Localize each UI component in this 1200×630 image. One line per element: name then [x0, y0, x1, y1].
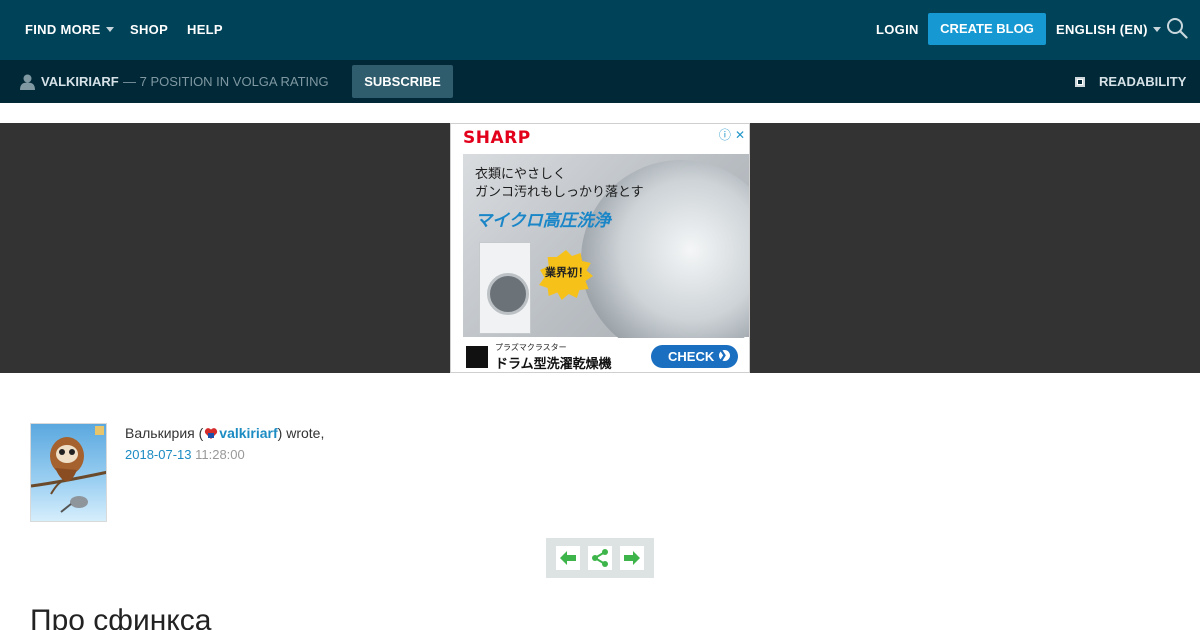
post-time: 11:28:00	[191, 447, 245, 462]
post-timestamp: 2018-07-13 11:28:00	[125, 447, 245, 462]
journal-username-link[interactable]: VALKIRIARF	[41, 60, 119, 103]
ad-headline: マイクロ高圧洗浄	[475, 211, 611, 231]
chevron-right-icon: ❯	[718, 350, 727, 361]
next-entry-button[interactable]	[620, 546, 644, 570]
ad-copy-line2: ガンコ汚れもしっかり落とす	[475, 185, 644, 200]
create-blog-button[interactable]: CREATE BLOG	[928, 13, 1046, 45]
rating-position-text: — 7 POSITION IN VOLGA RATING	[123, 74, 329, 89]
find-more-menu[interactable]: FIND MORE	[25, 0, 114, 60]
ad-check-button[interactable]: CHECK ❯	[651, 345, 738, 368]
help-link[interactable]: HELP	[187, 0, 223, 60]
author-username-link[interactable]: valkiriarf	[219, 425, 277, 441]
ad-info-icon[interactable]: ⓘ	[719, 128, 731, 142]
subscribe-button[interactable]: SUBSCRIBE	[352, 65, 453, 98]
user-heart-icon[interactable]	[204, 427, 218, 440]
chevron-down-icon	[1152, 27, 1161, 32]
ad-brand-logo: SHARP	[463, 128, 531, 148]
post-title: Про сфинкса	[30, 604, 212, 630]
chevron-down-icon	[105, 27, 114, 32]
author-display-name: Валькирия (	[125, 425, 204, 441]
language-label: ENGLISH (EN)	[1056, 22, 1148, 37]
arrow-right-icon	[624, 551, 640, 565]
post-date-link[interactable]: 2018-07-13	[125, 447, 192, 462]
find-more-label: FIND MORE	[25, 22, 101, 37]
ad-photo: 衣類にやさしく ガンコ汚れもしっかり落とす マイクロ高圧洗浄 業界初！	[463, 154, 749, 360]
shop-link[interactable]: SHOP	[130, 0, 168, 60]
entry-navigation	[546, 538, 654, 578]
ad-footer: プラズマクラスター ドラム型洗濯乾燥機 CHECK ❯	[451, 338, 749, 372]
language-selector[interactable]: ENGLISH (EN)	[1056, 0, 1161, 60]
share-button[interactable]	[588, 546, 612, 570]
login-link[interactable]: LOGIN	[876, 0, 919, 60]
arrow-left-icon	[560, 551, 576, 565]
readability-toggle[interactable]: READABILITY	[1099, 60, 1186, 103]
ad-badge-text: 業界初！	[545, 266, 589, 279]
plasmacluster-logo-icon	[466, 346, 488, 368]
ad-small-text: プラズマクラスター	[495, 343, 567, 352]
ad-controls: ⓘ ✕	[715, 126, 745, 143]
ad-close-icon[interactable]: ✕	[735, 128, 745, 142]
search-icon[interactable]	[1166, 17, 1188, 39]
user-icon[interactable]	[20, 74, 35, 90]
readability-checkbox[interactable]	[1075, 77, 1085, 87]
wrote-text: ) wrote,	[277, 425, 325, 441]
ad-check-label: CHECK	[668, 349, 715, 364]
avatar[interactable]	[30, 423, 107, 522]
ad-copy-line1: 衣類にやさしく	[475, 167, 567, 182]
washing-machine-image	[479, 242, 531, 334]
raccoon-userpic-icon	[31, 426, 106, 513]
advertisement-banner[interactable]: SHARP ⓘ ✕ 衣類にやさしく ガンコ汚れもしっかり落とす マイクロ高圧洗浄 …	[450, 123, 750, 373]
post-author-line: Валькирия ( valkiriarf) wrote,	[125, 424, 324, 442]
share-icon	[592, 549, 608, 567]
ad-product-name: ドラム型洗濯乾燥機	[495, 357, 612, 372]
previous-entry-button[interactable]	[556, 546, 580, 570]
ad-copy: 衣類にやさしく ガンコ汚れもしっかり落とす	[475, 166, 644, 202]
